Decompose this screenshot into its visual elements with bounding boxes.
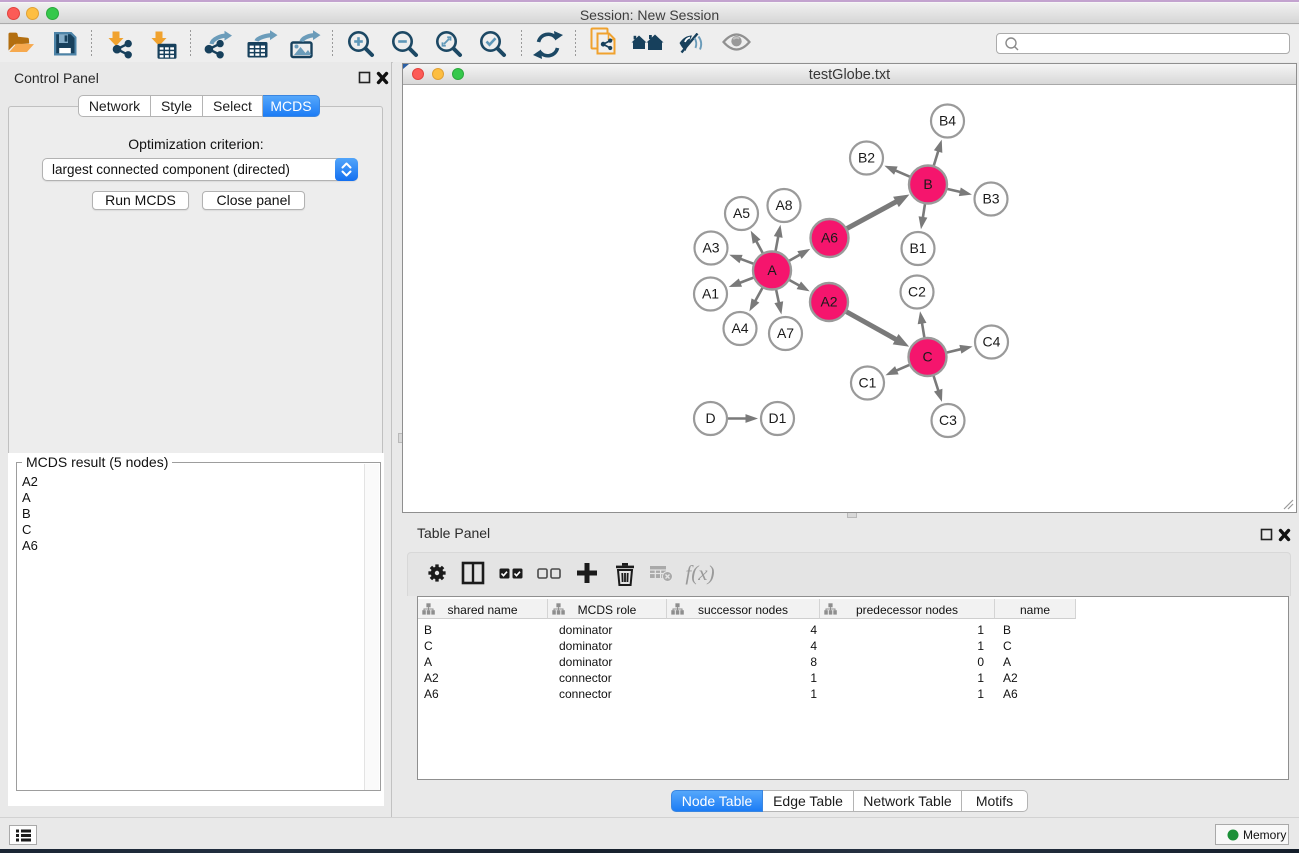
svg-text:B3: B3 <box>982 191 999 207</box>
svg-text:A1: A1 <box>702 286 719 302</box>
svg-text:B4: B4 <box>939 113 956 129</box>
svg-text:A: A <box>767 262 777 278</box>
svg-text:B1: B1 <box>909 240 926 256</box>
svg-text:C3: C3 <box>939 412 957 428</box>
svg-text:A5: A5 <box>733 205 750 221</box>
svg-text:A3: A3 <box>702 240 719 256</box>
svg-text:D: D <box>705 410 715 426</box>
svg-text:A4: A4 <box>731 320 748 336</box>
svg-text:C: C <box>922 349 932 365</box>
svg-text:B: B <box>923 176 932 192</box>
svg-text:C4: C4 <box>983 334 1001 350</box>
svg-text:A2: A2 <box>820 294 837 310</box>
svg-text:A8: A8 <box>775 197 792 213</box>
svg-text:A6: A6 <box>821 230 838 246</box>
svg-text:A7: A7 <box>777 325 794 341</box>
svg-text:C2: C2 <box>908 284 926 300</box>
svg-text:C1: C1 <box>859 375 877 391</box>
svg-text:B2: B2 <box>858 150 875 166</box>
svg-text:D1: D1 <box>769 410 787 426</box>
